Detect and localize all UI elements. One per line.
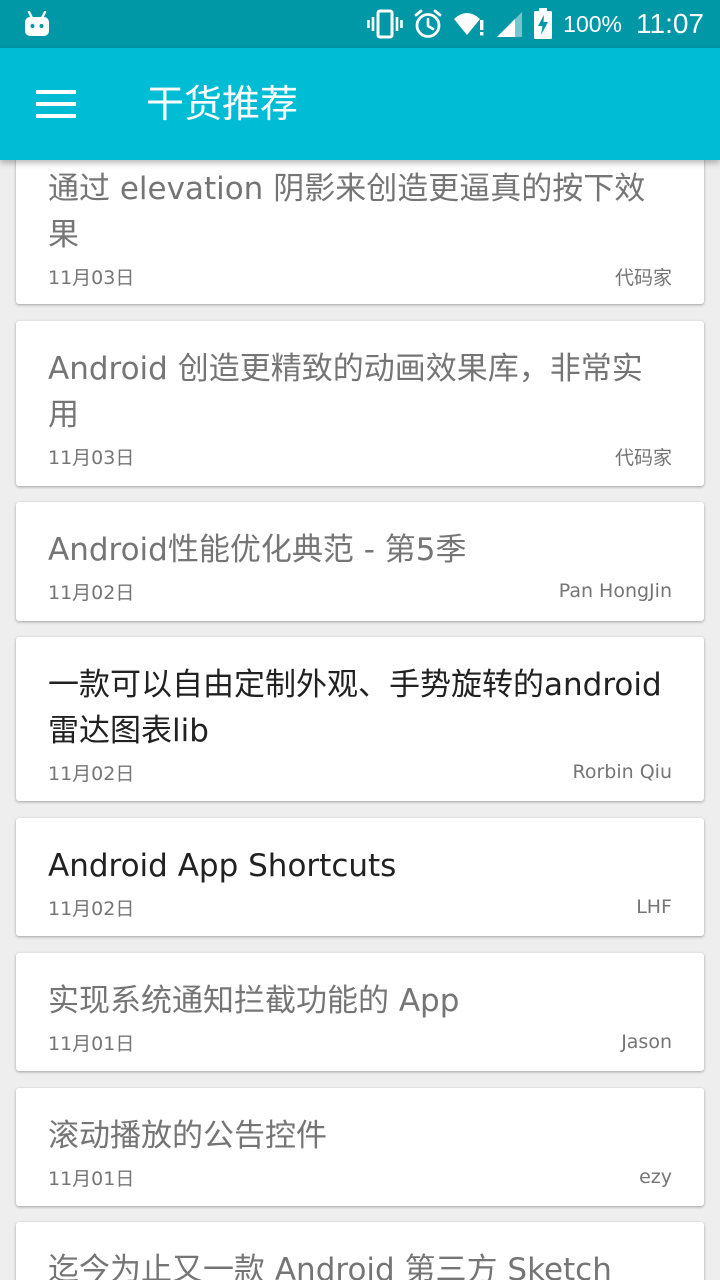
- article-author: 代码家: [614, 446, 672, 469]
- vibrate-icon: [367, 9, 403, 39]
- article-meta: 11月02日 Pan HongJin: [48, 577, 672, 605]
- article-title: Android性能优化典范 - 第5季: [48, 532, 467, 568]
- article-title: 通过 elevation 阴影来创造更逼真的按下效果: [48, 171, 646, 253]
- article-date: 11月03日: [48, 266, 135, 289]
- menu-button[interactable]: [28, 82, 84, 126]
- article-meta: 11月02日 LHF: [48, 893, 672, 921]
- cell-signal-icon: [497, 12, 523, 37]
- status-bar: 100% 11:07: [0, 0, 720, 48]
- article-meta: 11月03日 代码家: [48, 262, 672, 290]
- article-card[interactable]: Android App Shortcuts 11月02日 LHF: [16, 818, 704, 936]
- clock: 11:07: [636, 8, 704, 39]
- alarm-icon: [414, 9, 442, 38]
- article-card[interactable]: 迄今为止又一款 Android 第三方 Sketch: [16, 1222, 704, 1280]
- hamburger-menu-icon: [36, 90, 76, 118]
- battery-charging-icon: [534, 8, 553, 39]
- article-card[interactable]: 实现系统通知拦截功能的 App 11月01日 Jason: [16, 953, 704, 1071]
- article-meta: 11月03日 代码家: [48, 442, 672, 470]
- article-author: LHF: [636, 896, 672, 918]
- article-card[interactable]: Android 创造更精致的动画效果库，非常实用 11月03日 代码家: [16, 321, 704, 486]
- battery-percent: 100%: [563, 10, 622, 37]
- article-author: ezy: [639, 1166, 672, 1188]
- article-list[interactable]: 通过 elevation 阴影来创造更逼真的按下效果 11月03日 代码家 An…: [0, 160, 720, 1280]
- article-title: 滚动播放的公告控件: [48, 1118, 327, 1154]
- article-title: Android App Shortcuts: [48, 848, 397, 884]
- article-card[interactable]: Android性能优化典范 - 第5季 11月02日 Pan HongJin: [16, 502, 704, 621]
- wifi-icon: [454, 13, 484, 36]
- page-title: 干货推荐: [146, 82, 299, 126]
- article-meta: 11月02日 Rorbin Qiu: [48, 758, 672, 786]
- article-date: 11月02日: [48, 762, 135, 785]
- article-card[interactable]: 通过 elevation 阴影来创造更逼真的按下效果 11月03日 代码家: [16, 160, 704, 304]
- article-date: 11月01日: [48, 1032, 135, 1055]
- article-author: Jason: [621, 1031, 672, 1053]
- article-card[interactable]: 滚动播放的公告控件 11月01日 ezy: [16, 1088, 704, 1206]
- article-date: 11月03日: [48, 446, 135, 469]
- article-date: 11月02日: [48, 581, 135, 604]
- article-title: 实现系统通知拦截功能的 App: [48, 983, 460, 1019]
- article-author: Rorbin Qiu: [572, 761, 672, 783]
- article-date: 11月01日: [48, 1167, 135, 1190]
- article-title: 一款可以自由定制外观、手势旋转的android雷达图表lib: [48, 667, 662, 749]
- android-notification-icon: [25, 11, 49, 36]
- app-toolbar: 干货推荐: [0, 48, 720, 160]
- article-meta: 11月01日 ezy: [48, 1163, 672, 1191]
- article-author: 代码家: [614, 266, 672, 289]
- article-card[interactable]: 一款可以自由定制外观、手势旋转的android雷达图表lib 11月02日 Ro…: [16, 637, 704, 801]
- article-author: Pan HongJin: [558, 580, 672, 602]
- article-title: 迄今为止又一款 Android 第三方 Sketch: [48, 1252, 612, 1280]
- article-title: Android 创造更精致的动画效果库，非常实用: [48, 351, 643, 433]
- article-date: 11月02日: [48, 897, 135, 920]
- article-meta: 11月01日 Jason: [48, 1028, 672, 1056]
